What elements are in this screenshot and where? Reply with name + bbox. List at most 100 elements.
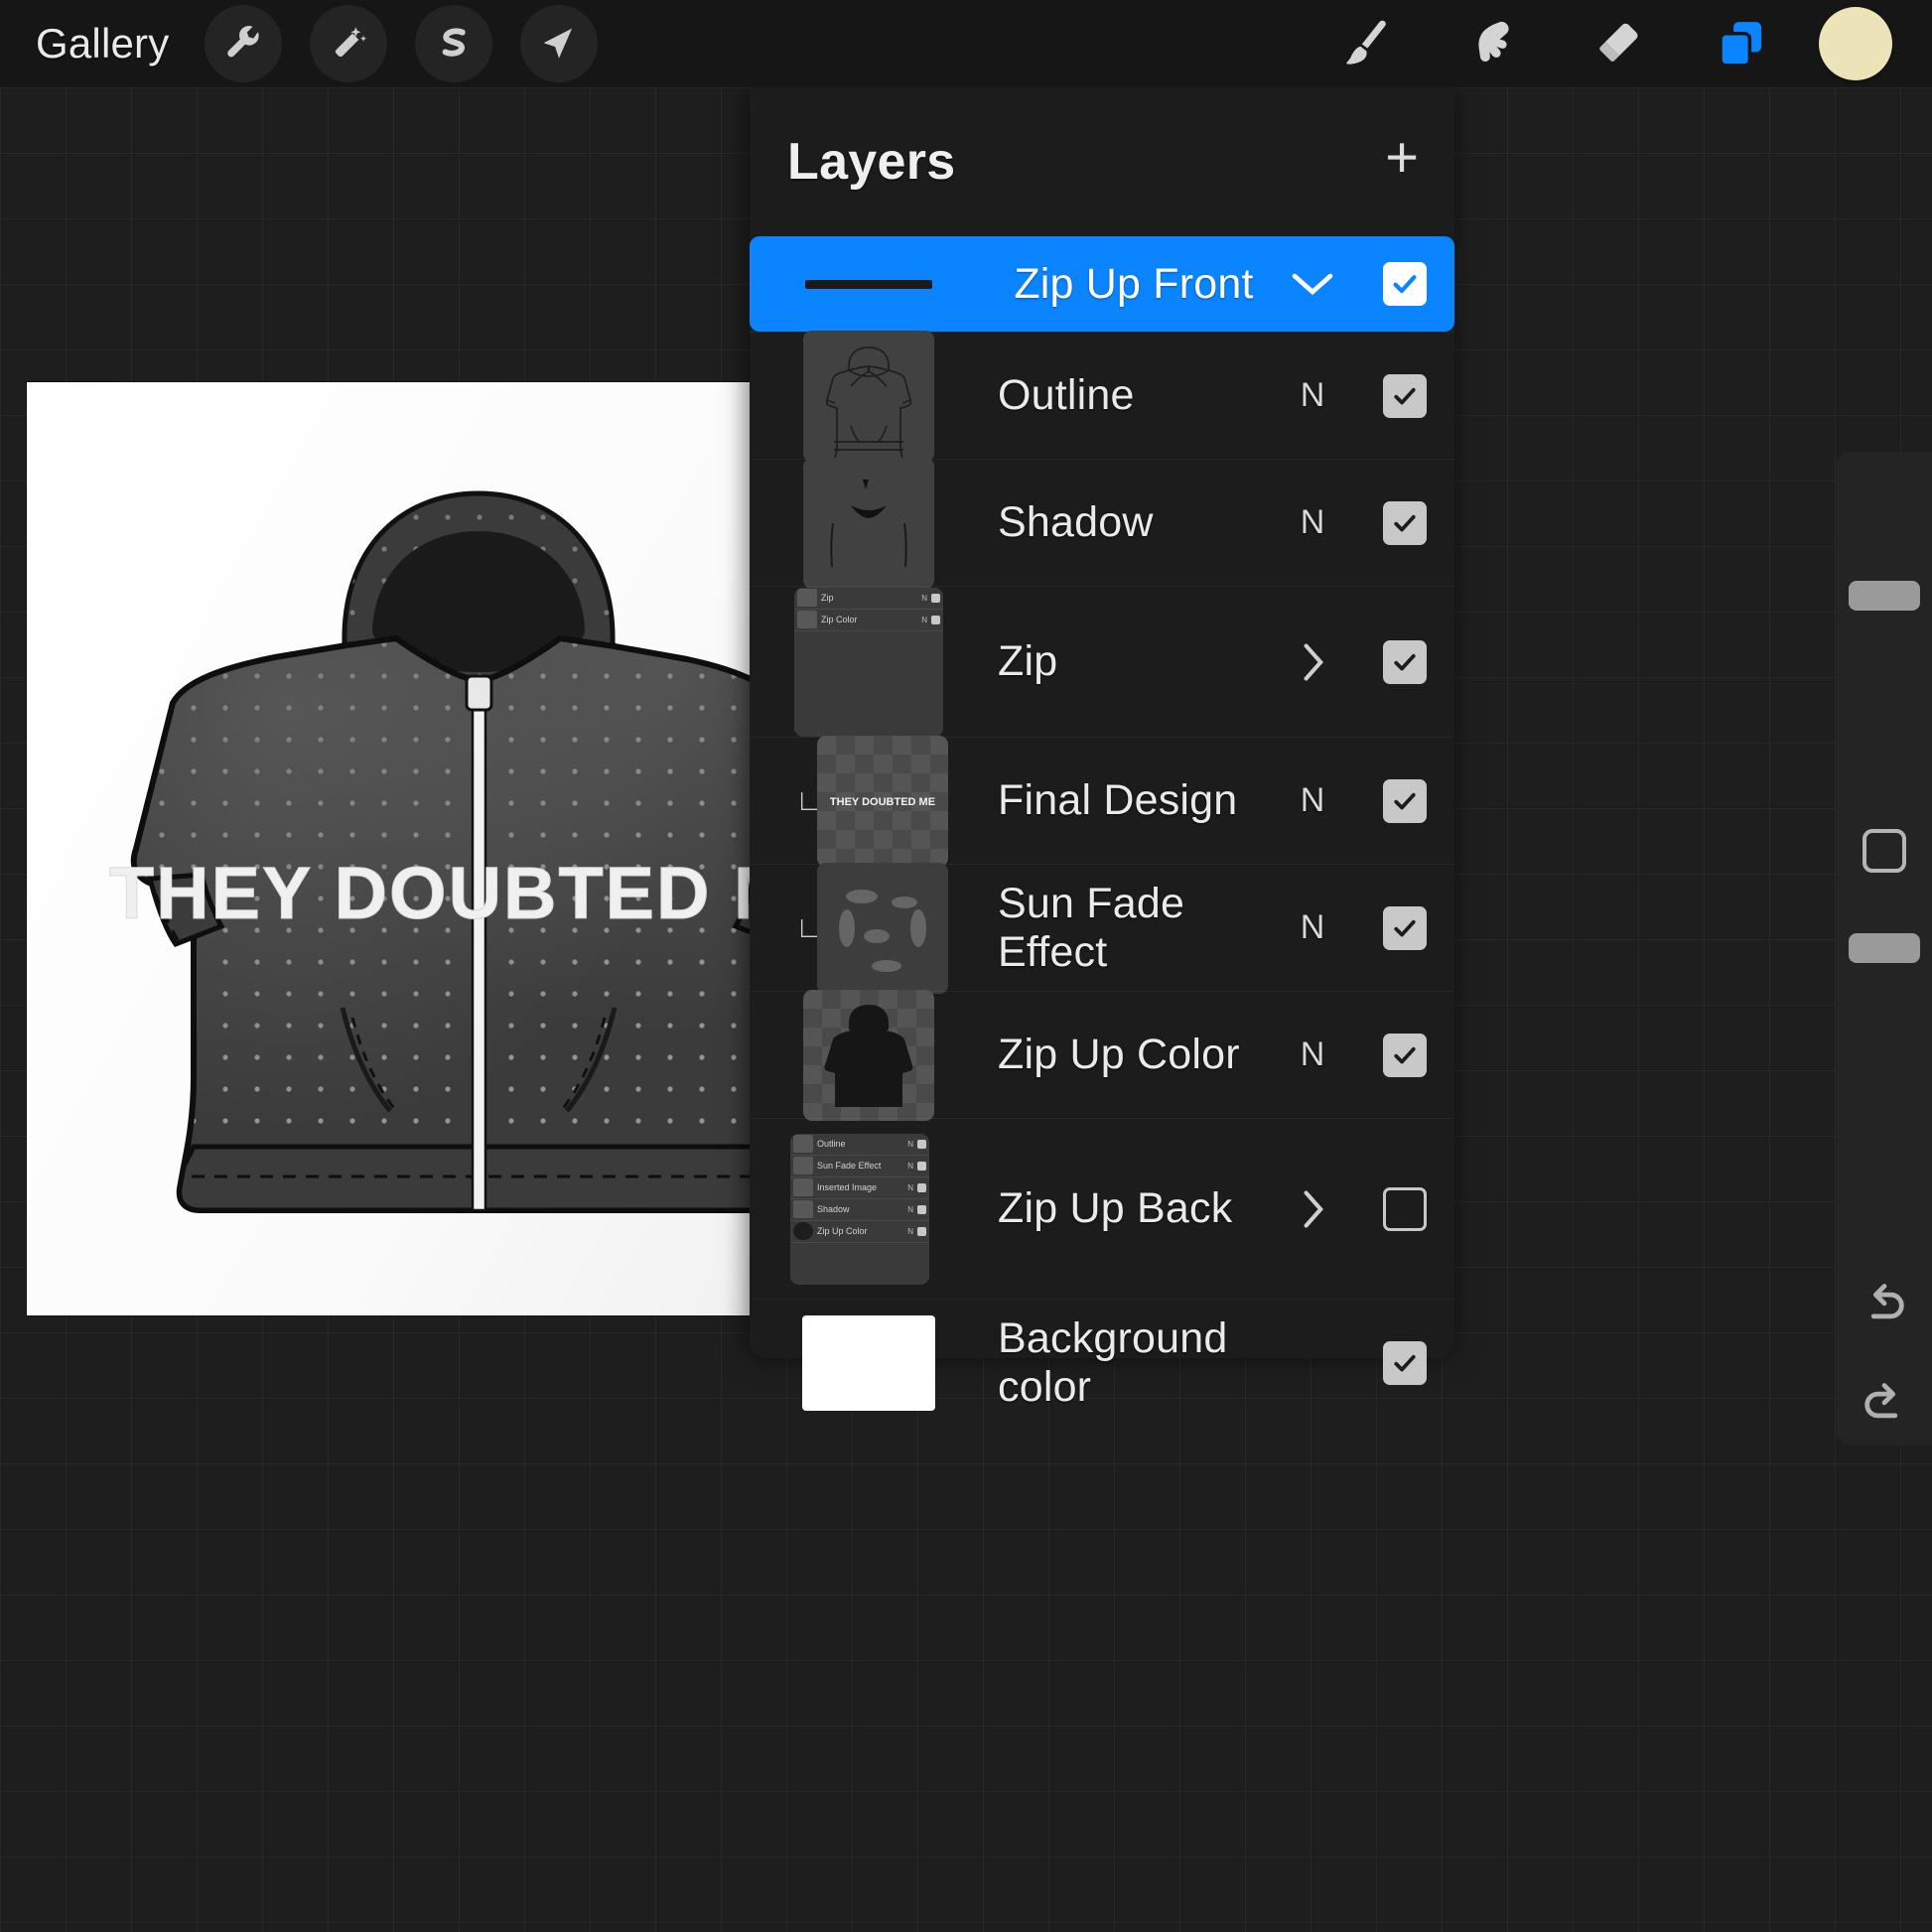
add-layer-button[interactable]: + [1385,129,1419,195]
layer-row-zip-up-front[interactable]: Zip Up Front [750,236,1454,332]
background-color-swatch[interactable] [802,1315,935,1411]
layer-visibility-checkbox[interactable] [1355,1187,1454,1231]
checkbox-checked [1383,779,1427,823]
layer-row-shadow[interactable]: Shadow N [750,459,1454,586]
checkbox-checked [1383,262,1427,306]
mini-thumbnail [797,589,817,607]
mini-layer-name: Shadow [817,1204,907,1214]
mini-layer-name: Zip Up Color [817,1226,907,1236]
procreate-app: THEY DOUBTED ME Gallery [0,0,1932,1932]
blend-mode-label[interactable]: N [1270,781,1355,820]
blend-mode-label[interactable]: N [1270,1035,1355,1074]
mini-checkbox [917,1140,926,1149]
layer-visibility-checkbox[interactable] [1355,906,1454,950]
group-preview-row: Shadow N [790,1199,929,1221]
checkbox-checked [1383,640,1427,684]
mini-blend-mode: N [907,1162,913,1171]
mini-checkbox [917,1227,926,1236]
group-chevron-down-icon[interactable] [1270,269,1355,299]
group-preview-stack: Outline N Sun Fade Effect N [790,1134,929,1285]
layer-visibility-checkbox[interactable] [1355,779,1454,823]
group-chevron-right-icon[interactable] [1270,1187,1355,1231]
actions-wrench-icon[interactable] [205,5,282,82]
layers-panel: Layers + Zip Up Front [750,87,1454,1358]
layer-thumbnail-zip-group: Zip N Zip Color N [794,588,943,737]
layer-visibility-checkbox[interactable] [1355,501,1454,545]
mini-blend-mode: N [907,1227,913,1236]
eraser-icon[interactable] [1569,5,1664,82]
paint-brush-icon[interactable] [1318,5,1414,82]
mini-layer-name: Inserted Image [817,1182,907,1192]
checkbox-checked [1383,906,1427,950]
layer-thumbnail-final-design: THEY DOUBTED ME [817,736,948,867]
group-preview-row: Sun Fade Effect N [790,1156,929,1177]
checkbox-checked [1383,501,1427,545]
layer-name: Zip Up Back [988,1184,1270,1233]
layer-visibility-checkbox[interactable] [1355,374,1454,418]
layer-thumbnail-zip-up-color [803,990,934,1121]
mini-blend-mode: N [907,1205,913,1214]
group-chevron-right-icon[interactable] [1270,640,1355,684]
layer-thumbnail-outline [803,331,934,462]
mini-thumbnail [793,1157,813,1174]
layer-thumbnail-slot [750,990,988,1121]
blend-mode-label[interactable]: N [1270,503,1355,542]
brush-size-slider-handle[interactable] [1849,581,1920,611]
layer-name: Sun Fade Effect [988,880,1270,977]
layer-row-final-design[interactable]: ∟ THEY DOUBTED ME Final Design N [750,737,1454,864]
layer-row-background-color[interactable]: Background color [750,1299,1454,1426]
layer-name: Background color [988,1314,1270,1412]
adjustments-magic-wand-icon[interactable] [310,5,387,82]
layer-thumbnail-zip-up-back-group: Outline N Sun Fade Effect N [790,1134,929,1285]
layers-panel-header: Layers + [750,87,1454,236]
layer-thumbnail-sun-fade [817,863,948,994]
smudge-finger-icon[interactable] [1444,5,1539,82]
mini-checkbox [931,594,940,603]
mini-layer-name: Zip [821,593,921,603]
mini-thumbnail [793,1200,813,1218]
group-preview-row: Zip Color N [794,610,943,631]
layer-name: Zip Up Front [988,260,1270,309]
layer-thumbnail-slot: Zip N Zip Color N [750,588,988,737]
mini-blend-mode: N [907,1183,913,1192]
toolbar-right-group [1318,5,1932,82]
group-preview-row: Outline N [790,1134,929,1156]
right-sidebar [1837,452,1932,1445]
top-toolbar: Gallery [0,0,1932,87]
layer-visibility-checkbox[interactable] [1355,1341,1454,1385]
modify-square-button[interactable] [1863,829,1906,873]
blend-mode-label[interactable]: N [1270,376,1355,415]
layer-visibility-checkbox[interactable] [1355,640,1454,684]
layer-row-sun-fade-effect[interactable]: ∟ [750,864,1454,991]
group-preview-row: Zip Up Color N [790,1221,929,1243]
redo-button[interactable] [1855,1375,1914,1435]
layer-thumbnail-slot: Outline N Sun Fade Effect N [750,1134,988,1285]
color-swatch-button[interactable] [1819,7,1892,80]
group-preview-row: Inserted Image N [790,1177,929,1199]
layer-thumbnail-slot: ∟ THEY DOUBTED ME [750,736,988,867]
layers-icon[interactable] [1694,5,1789,82]
layer-visibility-checkbox[interactable] [1355,262,1454,306]
layer-thumbnail-slot [750,1315,988,1411]
layer-visibility-checkbox[interactable] [1355,1034,1454,1077]
layer-row-zip-up-color[interactable]: Zip Up Color N [750,991,1454,1118]
opacity-slider-handle[interactable] [1849,933,1920,963]
checkbox-checked [1383,1341,1427,1385]
layer-name: Outline [988,371,1270,420]
layer-row-zip[interactable]: Zip N Zip Color N [750,586,1454,737]
gallery-button[interactable]: Gallery [36,20,169,68]
transform-arrow-icon[interactable] [520,5,598,82]
layer-row-outline[interactable]: Outline N [750,332,1454,459]
undo-button[interactable] [1855,1276,1914,1335]
layer-thumbnail-slot [750,280,988,289]
checkbox-unchecked [1383,1187,1427,1231]
mini-thumbnail [793,1178,813,1196]
selection-s-icon[interactable] [415,5,492,82]
panel-title: Layers [787,132,955,192]
blend-mode-label[interactable]: N [1270,908,1355,947]
layer-row-zip-up-back[interactable]: Outline N Sun Fade Effect N [750,1118,1454,1299]
mini-layer-name: Outline [817,1139,907,1149]
checkbox-checked [1383,1034,1427,1077]
selected-layer-thumbnail [805,280,932,289]
mini-layer-name: Zip Color [821,615,921,624]
